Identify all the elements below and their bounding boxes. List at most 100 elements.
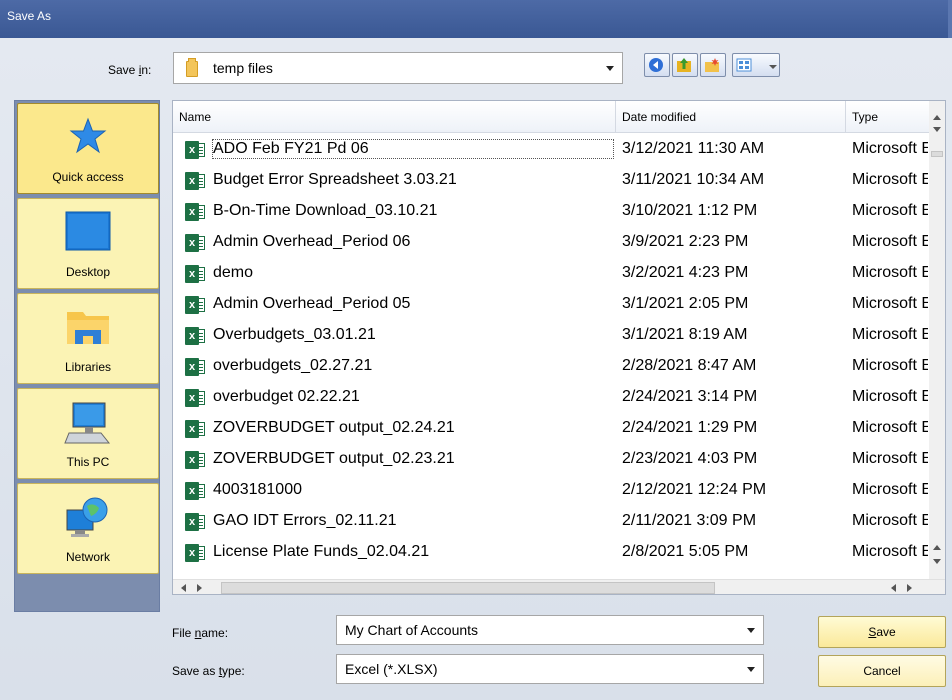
save-as-dialog: Save in: temp files Quick access Desktop… <box>0 38 952 700</box>
type-cell: Microsoft Excel Worksheet <box>852 326 928 343</box>
scroll-up-icon[interactable] <box>933 545 941 550</box>
file-name-cell: overbudgets_02.27.21 <box>213 357 373 374</box>
date-modified-cell: 3/1/2021 8:19 AM <box>622 326 748 343</box>
date-modified-cell: 3/1/2021 2:05 PM <box>622 295 749 312</box>
save-as-type-select[interactable]: Excel (*.XLSX) <box>336 654 764 684</box>
views-menu-button[interactable] <box>732 53 780 77</box>
place-network[interactable]: Network <box>17 483 159 574</box>
window-title: Save As <box>7 9 52 23</box>
type-cell: Microsoft Excel Worksheet <box>852 171 928 188</box>
excel-file-icon: x <box>185 513 205 531</box>
up-folder-icon <box>677 58 691 72</box>
file-row[interactable]: x Overbudgets_03.01.21 3/1/2021 8:19 AM Mic… <box>173 321 929 351</box>
file-name-cell: Budget Error Spreadsheet 3.03.21 <box>213 171 457 188</box>
column-header-date[interactable]: Date modified <box>616 101 846 133</box>
column-header-name[interactable]: Name <box>173 101 616 133</box>
file-name-cell: GAO IDT Errors_02.11.21 <box>213 512 397 529</box>
place-quick-access[interactable]: Quick access <box>17 103 159 194</box>
column-header-type[interactable]: Type <box>846 101 930 133</box>
file-row[interactable]: x 4003181000 2/12/2021 12:24 PM Microsoft E… <box>173 476 929 506</box>
scroll-down-icon[interactable] <box>933 559 941 564</box>
scroll-down-icon[interactable] <box>933 127 941 132</box>
star-icon <box>69 117 107 154</box>
type-cell: Microsoft Excel Worksheet <box>852 140 928 157</box>
file-name-value: My Chart of Accounts <box>345 622 479 638</box>
type-cell: Microsoft Excel Worksheet <box>852 295 928 312</box>
file-row[interactable]: x Budget Error Spreadsheet 3.03.21 3/11/20… <box>173 166 929 196</box>
type-cell: Microsoft Excel Worksheet <box>852 512 928 529</box>
file-name-cell: Overbudgets_03.01.21 <box>213 326 376 343</box>
file-name-label: File name: <box>172 626 229 640</box>
file-row[interactable]: x B-On-Time Download_03.10.21 3/10/2021 1:… <box>173 197 929 227</box>
date-modified-cell: 3/9/2021 2:23 PM <box>622 233 749 250</box>
date-modified-cell: 3/10/2021 1:12 PM <box>622 202 758 219</box>
save-in-label: Save in: <box>108 63 152 77</box>
chevron-down-icon <box>606 66 614 71</box>
date-modified-cell: 2/24/2021 3:14 PM <box>622 388 758 405</box>
date-modified-cell: 2/11/2021 3:09 PM <box>622 512 757 529</box>
type-cell: Microsoft Excel Worksheet <box>852 233 928 250</box>
network-icon <box>66 497 108 537</box>
file-list[interactable]: Name Date modified Type x ADO Feb FY21 Pd… <box>172 100 946 595</box>
file-row[interactable]: x GAO IDT Errors_02.11.21 2/11/2021 3:09 P… <box>173 507 929 537</box>
type-cell: Microsoft Excel Worksheet <box>852 264 928 281</box>
file-row[interactable]: x overbudget 02.22.21 2/24/2021 3:14 PM Mic… <box>173 383 929 413</box>
save-in-value: temp files <box>213 60 273 76</box>
place-label: Quick access <box>52 170 124 184</box>
save-in-combo[interactable]: temp files <box>173 52 623 84</box>
list-header: Name Date modified Type <box>173 101 945 133</box>
type-cell: Microsoft Excel Worksheet <box>852 450 928 467</box>
excel-file-icon: x <box>185 234 205 252</box>
file-row[interactable]: x Admin Overhead_Period 06 3/9/2021 2:23 P… <box>173 228 929 258</box>
date-modified-cell: 2/23/2021 4:03 PM <box>622 450 758 467</box>
excel-file-icon: x <box>185 265 205 283</box>
file-row[interactable]: x overbudgets_02.27.21 2/28/2021 8:47 AM Mi… <box>173 352 929 382</box>
place-desktop[interactable]: Desktop <box>17 198 159 289</box>
file-row[interactable]: xdemo 3/2/2021 4:23 PM Microsoft Excel Wor… <box>173 259 929 289</box>
file-row[interactable]: x ZOVERBUDGET output_02.23.21 2/23/2021 4:… <box>173 445 929 475</box>
place-this-pc[interactable]: This PC <box>17 388 159 479</box>
places-bar: Quick access Desktop Libraries This PC N… <box>14 100 160 612</box>
file-name-cell: demo <box>213 264 254 281</box>
horizontal-scrollbar[interactable] <box>173 579 945 594</box>
folder-icon <box>186 58 198 77</box>
horizontal-scroll-thumb[interactable] <box>221 582 715 594</box>
file-name-input[interactable]: My Chart of Accounts <box>336 615 764 645</box>
date-modified-cell: 2/28/2021 8:47 AM <box>622 357 757 374</box>
new-folder-button[interactable] <box>700 53 726 77</box>
place-libraries[interactable]: Libraries <box>17 293 159 384</box>
file-row[interactable]: x Admin Overhead_Period 05 3/1/2021 2:05 P… <box>173 290 929 320</box>
date-modified-cell: 2/8/2021 5:05 PM <box>622 543 749 560</box>
libraries-icon <box>67 312 109 344</box>
file-row[interactable]: x License Plate Funds_02.04.21 2/8/2021 5:… <box>173 538 929 568</box>
cancel-button[interactable]: Cancel <box>818 655 946 687</box>
save-button[interactable]: Save <box>818 616 946 648</box>
file-name-cell: overbudget 02.22.21 <box>213 388 360 405</box>
date-modified-cell: 3/12/2021 11:30 AM <box>622 140 765 157</box>
chevron-down-icon <box>747 628 755 633</box>
vertical-scroll-thumb[interactable] <box>931 151 943 157</box>
up-folder-button[interactable] <box>672 53 698 77</box>
excel-file-icon: x <box>185 141 205 159</box>
file-name-cell: 4003181000 <box>213 481 302 498</box>
excel-file-icon: x <box>185 482 205 500</box>
date-modified-cell: 2/24/2021 1:29 PM <box>622 419 758 436</box>
file-name-cell: ADO Feb FY21 Pd 06 <box>212 139 614 159</box>
file-row[interactable]: x ADO Feb FY21 Pd 06 3/12/2021 11:30 AM Mic… <box>173 135 929 165</box>
excel-file-icon: x <box>185 203 205 221</box>
type-cell: Microsoft Excel Worksheet <box>852 357 928 374</box>
file-row[interactable]: x ZOVERBUDGET output_02.24.21 2/24/2021 1:… <box>173 414 929 444</box>
scroll-up-icon[interactable] <box>933 115 941 120</box>
scroll-right-icon[interactable] <box>197 584 202 592</box>
file-name-cell: ZOVERBUDGET output_02.24.21 <box>213 419 455 436</box>
scroll-left-icon[interactable] <box>891 584 896 592</box>
views-menu-icon <box>736 58 752 72</box>
title-bar[interactable]: Save As <box>0 0 952 38</box>
date-modified-cell: 2/12/2021 12:24 PM <box>622 481 767 498</box>
scroll-right-icon[interactable] <box>907 584 912 592</box>
scroll-left-icon[interactable] <box>181 584 186 592</box>
place-label: Network <box>65 550 110 564</box>
excel-file-icon: x <box>185 451 205 469</box>
back-button[interactable] <box>644 53 670 77</box>
vertical-scrollbar[interactable] <box>929 101 945 579</box>
